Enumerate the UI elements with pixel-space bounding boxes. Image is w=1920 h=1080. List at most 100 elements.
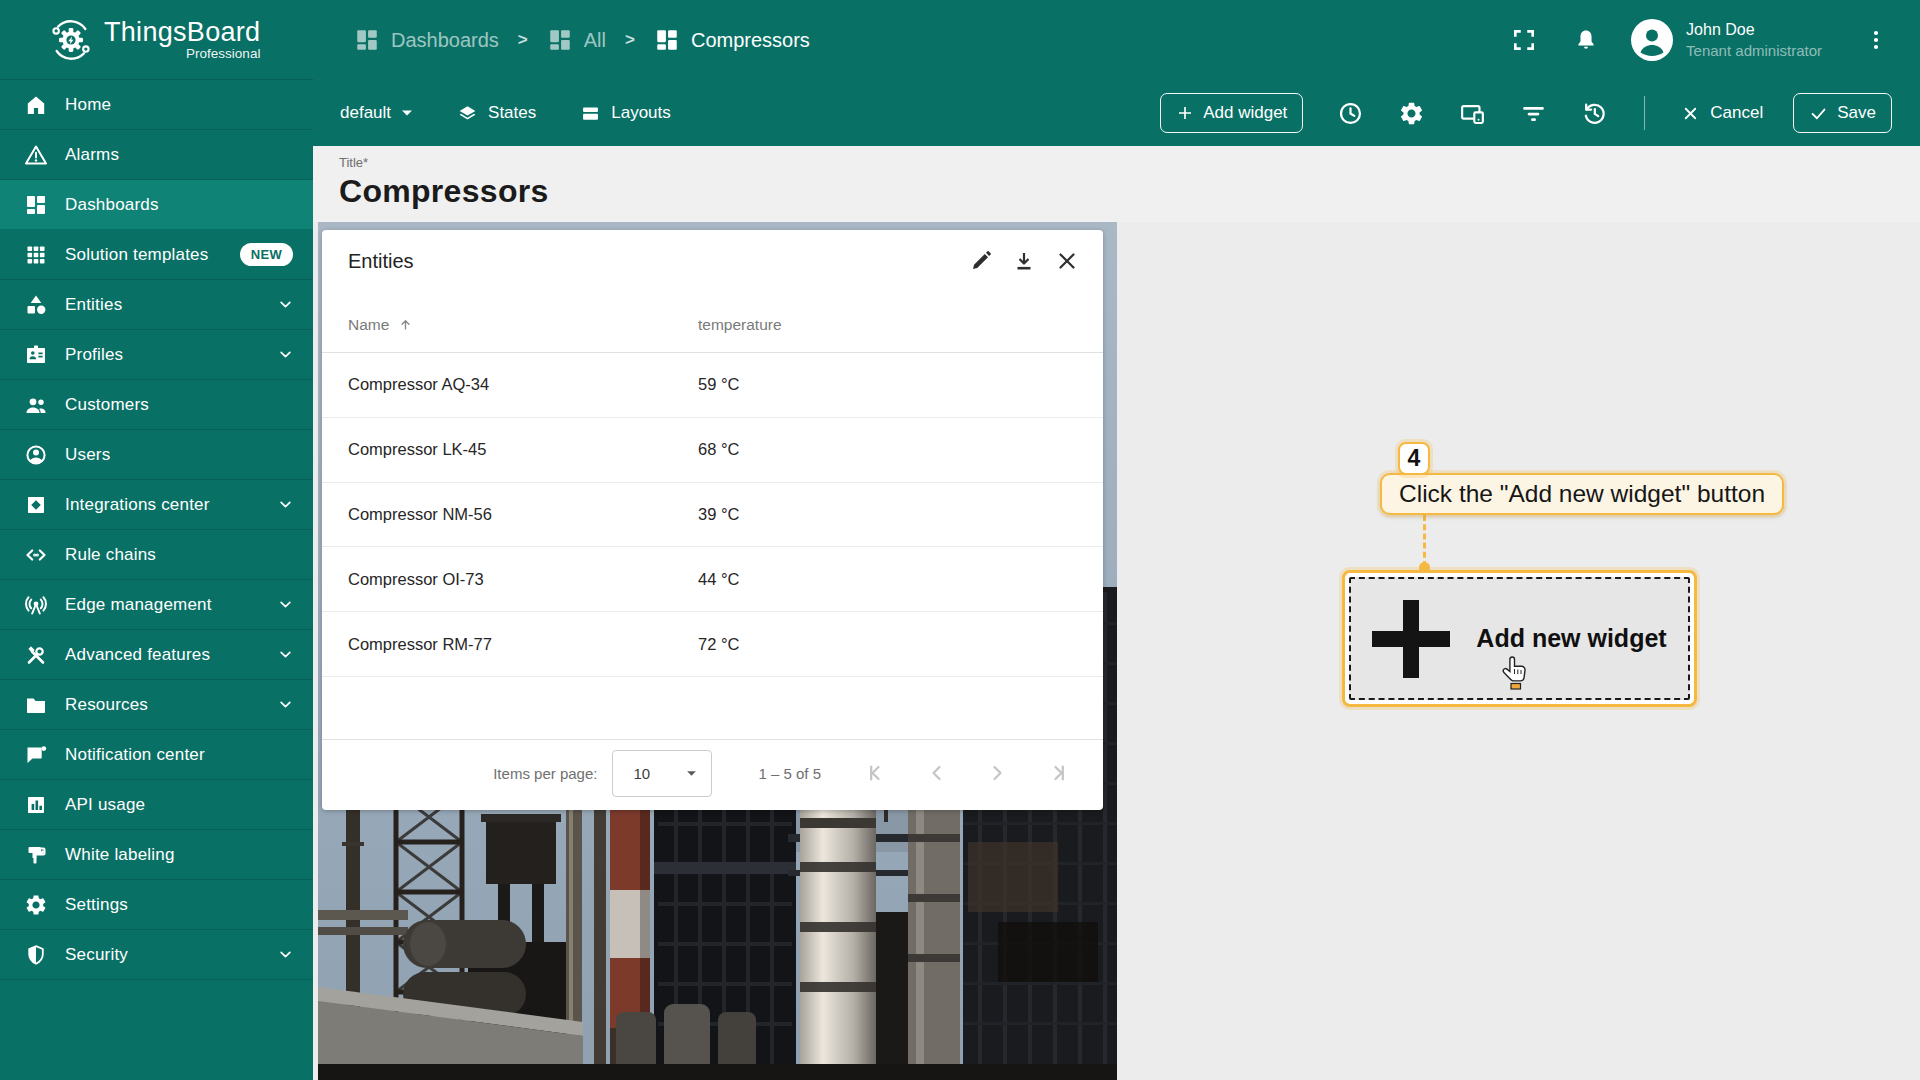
person-icon xyxy=(24,443,48,467)
add-widget-button[interactable]: Add widget xyxy=(1160,93,1303,133)
last-page-icon[interactable] xyxy=(1045,761,1069,785)
previous-page-icon[interactable] xyxy=(925,761,949,785)
chevron-down-icon xyxy=(278,597,293,612)
title-panel: Title* Compressors xyxy=(313,146,1920,222)
brand-subtitle: Professional xyxy=(186,46,260,61)
shapes-icon xyxy=(24,293,48,317)
breadcrumb-dashboards[interactable]: Dashboards xyxy=(354,27,499,53)
sidebar-nav: Home Alarms Dashboards Solution template… xyxy=(0,80,313,980)
sidebar-item-resources[interactable]: Resources xyxy=(0,680,313,730)
save-button[interactable]: Save xyxy=(1793,93,1892,133)
warning-icon xyxy=(24,143,48,167)
close-icon xyxy=(1681,104,1700,123)
kebab-menu-icon[interactable] xyxy=(1864,28,1888,52)
edit-pencil-icon[interactable] xyxy=(969,249,993,273)
plus-icon xyxy=(1176,104,1194,122)
new-badge: NEW xyxy=(240,243,293,266)
caret-down-icon xyxy=(401,109,413,117)
sidebar-item-advanced-features[interactable]: Advanced features xyxy=(0,630,313,680)
folder-icon xyxy=(24,693,48,717)
timewindow-clock-icon[interactable] xyxy=(1337,100,1364,127)
title-field-label: Title* xyxy=(339,155,1920,170)
breadcrumb: Dashboards > All > Compressors xyxy=(354,27,810,53)
table-row[interactable]: Compressor OI-73 44 °C xyxy=(322,547,1103,612)
fullscreen-icon[interactable] xyxy=(1511,27,1537,53)
sidebar-item-profiles[interactable]: Profiles xyxy=(0,330,313,380)
items-per-page-select[interactable]: 10 xyxy=(612,750,712,797)
toolbar-divider xyxy=(1644,96,1645,130)
cancel-button[interactable]: Cancel xyxy=(1681,103,1763,123)
sidebar-item-users[interactable]: Users xyxy=(0,430,313,480)
sidebar-item-entities[interactable]: Entities xyxy=(0,280,313,330)
notifications-bell-icon[interactable] xyxy=(1573,27,1599,53)
next-page-icon[interactable] xyxy=(985,761,1009,785)
grid-icon xyxy=(24,243,48,267)
sidebar-item-dashboards[interactable]: Dashboards xyxy=(0,180,313,230)
breadcrumb-separator: > xyxy=(625,30,635,50)
tools-icon xyxy=(24,643,48,667)
brand-logo[interactable]: ThingsBoard Professional xyxy=(0,0,313,80)
user-role: Tenant administrator xyxy=(1686,41,1822,61)
dashboard-settings-gear-icon[interactable] xyxy=(1398,100,1425,127)
chevron-down-icon xyxy=(278,697,293,712)
sidebar-item-solution-templates[interactable]: Solution templates NEW xyxy=(0,230,313,280)
table-row[interactable]: Compressor RM-77 72 °C xyxy=(322,612,1103,677)
sidebar-item-rule-chains[interactable]: Rule chains xyxy=(0,530,313,580)
column-header-name[interactable]: Name xyxy=(348,316,698,334)
sidebar-item-integrations-center[interactable]: Integrations center xyxy=(0,480,313,530)
table-empty-space xyxy=(322,677,1103,740)
antenna-icon xyxy=(24,593,48,617)
plus-icon xyxy=(1372,600,1450,678)
chevron-down-icon xyxy=(278,647,293,662)
chart-icon xyxy=(24,793,48,817)
column-header-temperature[interactable]: temperature xyxy=(698,316,1103,334)
states-button[interactable]: States xyxy=(457,103,536,124)
sidebar-item-settings[interactable]: Settings xyxy=(0,880,313,930)
manage-layouts-devices-icon[interactable] xyxy=(1459,100,1486,127)
sort-asc-arrow-icon xyxy=(398,317,413,332)
sidebar-item-notification-center[interactable]: Notification center xyxy=(0,730,313,780)
home-icon xyxy=(24,93,48,117)
sidebar-item-api-usage[interactable]: API usage xyxy=(0,780,313,830)
items-per-page-label: Items per page: xyxy=(493,765,597,782)
chevron-down-icon xyxy=(278,947,293,962)
breadcrumb-all[interactable]: All xyxy=(547,27,606,53)
download-icon[interactable] xyxy=(1012,249,1036,273)
sidebar-item-white-labeling[interactable]: White labeling xyxy=(0,830,313,880)
table-row[interactable]: Compressor AQ-34 59 °C xyxy=(322,353,1103,418)
paint-icon xyxy=(24,843,48,867)
layouts-button[interactable]: Layouts xyxy=(580,103,671,124)
brand-name: ThingsBoard xyxy=(104,18,260,46)
chevron-down-icon xyxy=(278,297,293,312)
mouse-cursor-icon xyxy=(1502,655,1529,691)
table-paginator: Items per page: 10 1 – 5 of 5 xyxy=(322,739,1103,807)
layout-select[interactable]: default xyxy=(340,103,413,123)
first-page-icon[interactable] xyxy=(865,761,889,785)
sidebar: ThingsBoard Professional Home Alarms Das… xyxy=(0,0,313,1080)
breadcrumb-compressors[interactable]: Compressors xyxy=(654,27,810,53)
avatar[interactable] xyxy=(1631,19,1673,61)
top-bar: Dashboards > All > Compressors John Doe … xyxy=(313,0,1920,80)
sidebar-item-security[interactable]: Security xyxy=(0,930,313,980)
tutorial-connector-dot xyxy=(1419,562,1430,573)
sidebar-item-customers[interactable]: Customers xyxy=(0,380,313,430)
tutorial-connector-line xyxy=(1423,515,1426,567)
table-row[interactable]: Compressor LK-45 68 °C xyxy=(322,418,1103,483)
table-row[interactable]: Compressor NM-56 39 °C xyxy=(322,483,1103,548)
dashboards-icon xyxy=(24,193,48,217)
check-icon xyxy=(1809,104,1828,123)
sidebar-item-home[interactable]: Home xyxy=(0,80,313,130)
tutorial-tooltip: Click the "Add new widget" button xyxy=(1380,473,1784,515)
close-icon[interactable] xyxy=(1055,249,1079,273)
user-info[interactable]: John Doe Tenant administrator xyxy=(1686,20,1822,60)
layers-icon xyxy=(457,103,478,124)
page-title[interactable]: Compressors xyxy=(339,173,1920,210)
history-icon[interactable] xyxy=(1581,100,1608,127)
entities-widget: Entities Name temperature Compressor xyxy=(322,230,1103,810)
shield-icon xyxy=(24,943,48,967)
sidebar-item-alarms[interactable]: Alarms xyxy=(0,130,313,180)
paginator-range: 1 – 5 of 5 xyxy=(758,765,821,782)
sidebar-item-edge-management[interactable]: Edge management xyxy=(0,580,313,630)
notification-icon xyxy=(24,743,48,767)
filter-icon[interactable] xyxy=(1520,100,1547,127)
